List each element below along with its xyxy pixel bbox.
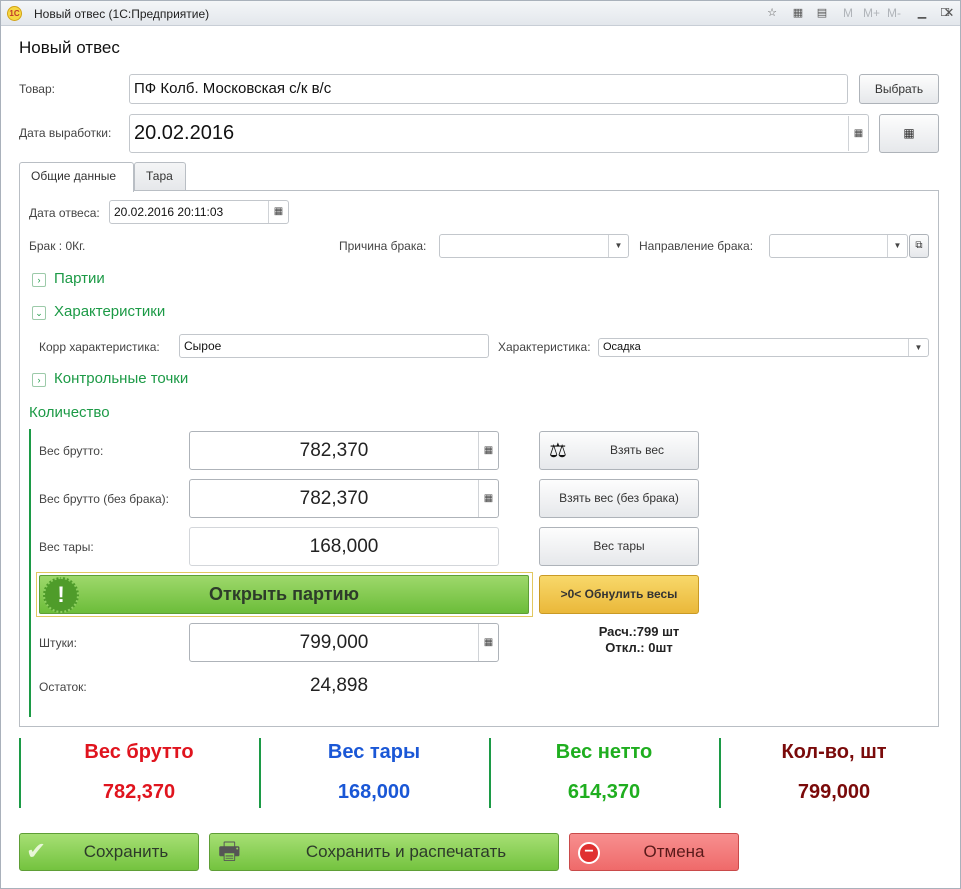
window-title: Новый отвес (1С:Предприятие)	[34, 7, 210, 21]
tare-weight-button[interactable]: Вес тары	[539, 527, 699, 566]
save-button[interactable]: ✔ Сохранить	[19, 833, 199, 871]
weigh-date-field[interactable]: 20.02.2016 20:11:03	[109, 200, 289, 224]
gross-field[interactable]: 782,370	[189, 431, 499, 470]
take-weight-label: Взять вес	[610, 443, 664, 457]
section-batches[interactable]: Партии	[54, 270, 105, 287]
weigh-date-label: Дата отвеса:	[29, 206, 100, 220]
chevron-down-icon[interactable]: ▼	[608, 235, 628, 257]
weigh-date-value: 20.02.2016 20:11:03	[114, 205, 224, 219]
production-date-value: 20.02.2016	[134, 122, 235, 144]
take-weight-button[interactable]: ⚖ Взять вес	[539, 431, 699, 470]
open-icon[interactable]: ⧉	[909, 234, 929, 258]
cancel-label: Отмена	[643, 842, 705, 861]
collapse-characteristics-icon[interactable]: ⌄	[32, 306, 46, 320]
summary-tare-title: Вес тары	[327, 741, 421, 763]
calendar-icon: ▦	[903, 126, 915, 140]
page-title: Новый отвес	[19, 38, 120, 57]
gross-label: Вес брутто:	[39, 444, 104, 458]
chevron-down-icon[interactable]: ▼	[887, 235, 907, 257]
memory-minus-button[interactable]: M-	[887, 6, 901, 20]
tab-general[interactable]: Общие данные	[19, 162, 134, 192]
tare-field[interactable]: 168,000	[189, 527, 499, 566]
printer-icon: 🖶	[218, 838, 241, 865]
quantity-title: Количество	[29, 404, 110, 421]
production-date-calendar-icon[interactable]: ▦	[848, 116, 868, 151]
gross-no-defect-label: Вес брутто (без брака):	[39, 492, 170, 506]
minimize-icon[interactable]: ▁	[915, 6, 929, 20]
gross-no-defect-calculator-icon[interactable]: ▦	[478, 480, 498, 517]
take-weight-no-defect-button[interactable]: Взять вес (без брака)	[539, 479, 699, 518]
reset-scales-button[interactable]: >0< Обнулить весы	[539, 575, 699, 614]
defect-reason-field[interactable]	[439, 234, 629, 258]
calculator-icon[interactable]: ▦	[791, 6, 805, 20]
summary-count-value: 799,000	[797, 781, 871, 803]
title-bar: 1С Новый отвес (1С:Предприятие) ☆ ▦ ▤ M …	[1, 1, 960, 26]
pieces-calculator-icon[interactable]: ▦	[478, 624, 498, 661]
summary-tare-value: 168,000	[337, 781, 411, 803]
weigh-date-calendar-icon[interactable]: ▦	[268, 201, 288, 223]
save-print-button[interactable]: 🖶 Сохранить и распечатать	[209, 833, 559, 871]
gross-calculator-icon[interactable]: ▦	[478, 432, 498, 469]
section-control-points[interactable]: Контрольные точки	[54, 370, 188, 387]
defect-text: Брак : 0Кг.	[29, 239, 86, 253]
pieces-label: Штуки:	[39, 636, 77, 650]
cancel-button[interactable]: − Отмена	[569, 833, 739, 871]
expand-batches-icon[interactable]: ›	[32, 273, 46, 287]
deviation-text: Откл.: 0шт	[605, 640, 673, 655]
characteristic-field[interactable]: Осадка	[598, 338, 929, 357]
favorites-icon[interactable]: ☆	[765, 6, 779, 20]
summary-net-title: Вес нетто	[555, 741, 653, 763]
tare-label: Вес тары:	[39, 540, 94, 554]
summary-count-title: Кол-во, шт	[781, 741, 887, 763]
memory-plus-button[interactable]: M+	[863, 6, 880, 20]
summary-net-value: 614,370	[567, 781, 641, 803]
summary-gross-value: 782,370	[102, 781, 176, 803]
calendar-icon[interactable]: ▤	[815, 6, 829, 20]
section-characteristics[interactable]: Характеристики	[54, 303, 165, 320]
memory-m-button[interactable]: M	[843, 6, 853, 20]
corr-characteristic-field[interactable]: Сырое	[179, 334, 489, 358]
save-print-label: Сохранить и распечатать	[305, 842, 507, 861]
production-date-label: Дата выработки:	[19, 126, 112, 140]
save-label: Сохранить	[83, 842, 169, 861]
defect-reason-label: Причина брака:	[339, 239, 427, 253]
tab-tare[interactable]: Тара	[134, 162, 186, 191]
remainder-value: 24,898	[309, 675, 369, 696]
open-batch-label: Открыть партию	[209, 584, 359, 604]
remainder-label: Остаток:	[39, 680, 87, 694]
app-logo-icon: 1С	[7, 6, 22, 21]
gross-no-defect-field[interactable]: 782,370	[189, 479, 499, 518]
app-window: 1С Новый отвес (1С:Предприятие) ☆ ▦ ▤ M …	[0, 0, 961, 889]
quantity-border	[29, 429, 31, 717]
summary-gross-title: Вес брутто	[84, 741, 194, 763]
close-button[interactable]: ✕	[942, 6, 956, 20]
scales-icon: ⚖	[549, 440, 567, 462]
calc-text: Расч.:799 шт	[598, 624, 680, 639]
select-product-button[interactable]: Выбрать	[859, 74, 939, 104]
production-date-field[interactable]: 20.02.2016	[129, 114, 869, 153]
open-batch-button[interactable]: Открыть партию	[39, 575, 529, 614]
expand-control-points-icon[interactable]: ›	[32, 373, 46, 387]
characteristic-label: Характеристика:	[498, 340, 591, 354]
date-picker-button[interactable]: ▦	[879, 114, 939, 153]
defect-direction-label: Направление брака:	[639, 239, 754, 253]
chevron-down-icon[interactable]: ▼	[908, 339, 928, 356]
product-label: Товар:	[19, 82, 55, 96]
cancel-icon: −	[578, 842, 600, 864]
checkmark-icon: ✔	[26, 838, 47, 865]
warning-icon: !	[43, 577, 79, 613]
corr-characteristic-label: Корр характеристика:	[39, 340, 160, 354]
pieces-field[interactable]: 799,000	[189, 623, 499, 662]
product-field[interactable]: ПФ Колб. Московская с/к в/с	[129, 74, 848, 104]
